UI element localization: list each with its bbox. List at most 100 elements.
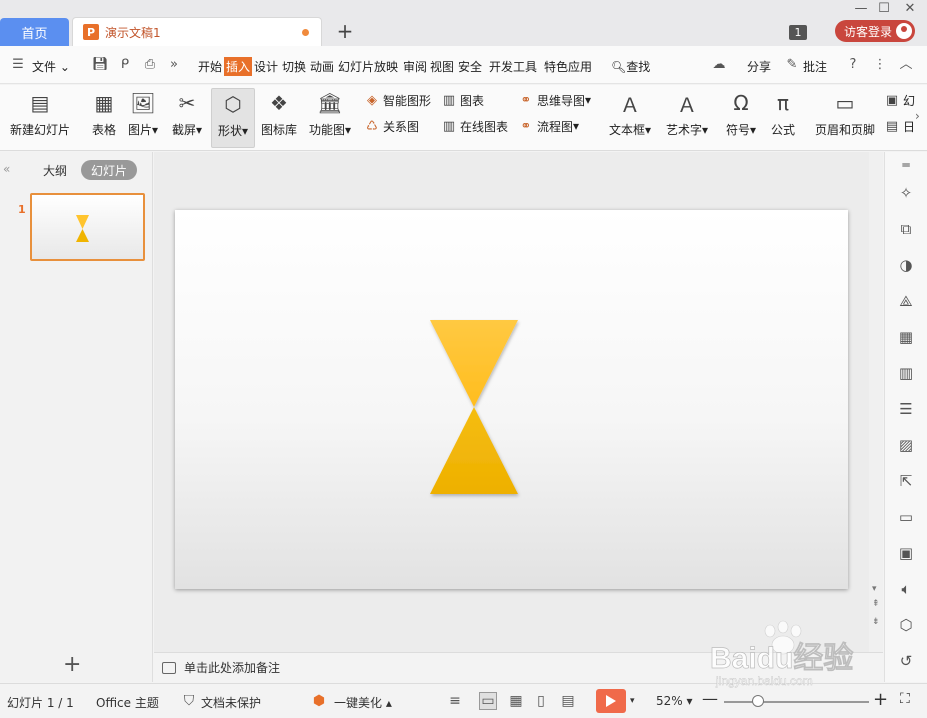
menu-features[interactable]: 特色应用	[544, 58, 592, 75]
text-box-button[interactable]: Ａ 文本框▾	[607, 88, 653, 138]
image-icon[interactable]: ▣	[897, 544, 915, 562]
menu-review[interactable]: 审阅	[403, 58, 427, 75]
login-button[interactable]: 访客登录	[835, 20, 915, 42]
online-chart-button[interactable]: ▥ 在线图表	[441, 117, 508, 135]
menu-security[interactable]: 安全	[458, 58, 482, 75]
maximize-icon[interactable]: ☐	[876, 1, 892, 16]
menu-design[interactable]: 设计	[254, 58, 278, 75]
zoom-slider-thumb[interactable]	[752, 695, 764, 707]
sliders-icon[interactable]: ☰	[897, 400, 915, 418]
ribbon-scroll-right-icon[interactable]: ›	[915, 107, 920, 125]
share-button[interactable]: 分享	[747, 58, 771, 75]
presenter-view-icon[interactable]: ▤	[559, 692, 577, 710]
shapes-icon[interactable]: ◑	[897, 256, 915, 274]
shape-button[interactable]: ⬡ 形状▾	[211, 88, 255, 148]
cloud-sync-icon[interactable]: ☁︎	[707, 57, 731, 73]
bar-chart-icon[interactable]: ▥	[897, 364, 915, 382]
add-slide-button[interactable]: +	[63, 652, 81, 677]
theme-name[interactable]: Office 主题	[96, 694, 159, 711]
hamburger-icon[interactable]: ☰	[10, 57, 26, 73]
zoom-out-icon[interactable]: —	[702, 689, 718, 708]
window-count-badge[interactable]: 1	[789, 25, 807, 40]
mind-map-button[interactable]: ⚭ 思维导图 ▾	[518, 91, 592, 109]
smart-art-button[interactable]: ◈ 智能图形	[364, 91, 431, 109]
unsaved-dot-icon[interactable]	[302, 29, 309, 36]
tab-slides[interactable]: 幻灯片	[81, 160, 137, 180]
menu-view[interactable]: 视图	[430, 58, 454, 75]
flow-chart-button[interactable]: ⚭ 流程图 ▾	[518, 117, 580, 135]
new-tab-button[interactable]: +	[334, 19, 356, 43]
magic-icon[interactable]: ✧	[897, 184, 915, 202]
word-art-button[interactable]: Ａ 艺术字▾	[664, 88, 710, 138]
more-options-icon[interactable]: ⋮	[872, 57, 888, 73]
chart-button[interactable]: ▥ 图表	[441, 91, 484, 109]
slide[interactable]	[175, 210, 848, 589]
menu-file[interactable]: 文件 ⌄	[32, 58, 70, 75]
menu-animation[interactable]: 动画	[310, 58, 334, 75]
tab-document[interactable]: P 演示文稿1	[72, 17, 322, 46]
slide-number-button[interactable]: ▣ 幻	[884, 91, 915, 109]
screenshot-button[interactable]: ✂ 截屏▾	[169, 88, 205, 138]
table-button[interactable]: ▦ 表格	[89, 88, 119, 138]
scroll-down-icon[interactable]: ▾	[872, 584, 877, 594]
function-chart-button[interactable]: 🏛︎ 功能图▾	[307, 88, 353, 138]
collapse-ribbon-icon[interactable]: ︿	[898, 57, 914, 73]
sorter-view-icon[interactable]: ▦	[507, 692, 525, 710]
format-painter-icon[interactable]: ᑭ	[117, 57, 133, 73]
audio-icon[interactable]: 🔈︎	[897, 580, 915, 598]
date-button[interactable]: ▤ 日	[884, 117, 915, 135]
search-button[interactable]: 🔍︎查找	[611, 58, 650, 75]
copy-style-icon[interactable]: ⧉	[897, 220, 915, 238]
comment-button[interactable]: 批注	[803, 58, 827, 75]
vertical-scrollbar[interactable]: ▾ ⇞ ⇟	[869, 152, 883, 652]
panel-handle-icon[interactable]: ═	[897, 156, 915, 174]
more-icon[interactable]: »	[166, 57, 182, 73]
protection-status[interactable]: 文档未保护	[201, 694, 261, 711]
collapse-panel-icon[interactable]: «	[3, 162, 10, 176]
normal-view-icon[interactable]: ▭	[479, 692, 497, 710]
shield-icon[interactable]: ⬡	[897, 616, 915, 634]
next-slide-icon[interactable]: ⇟	[872, 617, 880, 627]
menu-slideshow[interactable]: 幻灯片放映	[338, 58, 398, 75]
menu-transition[interactable]: 切换	[282, 58, 306, 75]
help-icon[interactable]: ?	[845, 57, 861, 73]
align-icon[interactable]: ≡	[446, 692, 464, 710]
play-slideshow-button[interactable]	[596, 689, 626, 713]
grid-icon[interactable]: ▦	[897, 328, 915, 346]
layers-icon[interactable]: ⟁	[897, 292, 915, 310]
slide-thumbnail[interactable]	[30, 193, 145, 261]
picture-gallery-icon[interactable]: ▨	[897, 436, 915, 454]
shape-icon: ⬡	[224, 92, 242, 116]
close-icon[interactable]: ✕	[902, 1, 918, 16]
tab-outline[interactable]: 大纲	[43, 162, 67, 179]
symbol-button[interactable]: Ω 符号▾	[723, 88, 759, 138]
minimize-icon[interactable]: —	[853, 1, 869, 16]
play-options-icon[interactable]: ▾	[630, 696, 635, 706]
zoom-in-icon[interactable]: +	[873, 689, 888, 710]
fit-window-icon[interactable]: ⛶	[900, 691, 910, 707]
menu-start[interactable]: 开始	[198, 58, 222, 75]
login-label: 访客登录	[844, 24, 893, 39]
prev-slide-icon[interactable]: ⇞	[872, 599, 880, 609]
history-icon[interactable]: ↺	[897, 652, 915, 670]
reading-view-icon[interactable]: ▯	[532, 692, 550, 710]
beautify-button[interactable]: 一键美化 ▴	[334, 694, 392, 711]
save-icon[interactable]: 💾︎	[92, 57, 109, 73]
relation-chart-button[interactable]: ♺ 关系图	[364, 117, 419, 135]
tab-home[interactable]: 首页	[0, 18, 69, 46]
header-footer-button[interactable]: ▭ 页眉和页脚	[813, 88, 877, 138]
hourglass-shape[interactable]	[175, 210, 848, 589]
export-icon[interactable]: ⇱	[897, 472, 915, 490]
archive-icon[interactable]: ▭	[897, 508, 915, 526]
menu-insert[interactable]: 插入	[224, 57, 253, 76]
comment-icon[interactable]: ✎	[784, 57, 800, 73]
zoom-level[interactable]: 52% ▾	[656, 694, 693, 708]
icon-library-button[interactable]: ❖ 图标库	[260, 88, 298, 138]
zoom-slider[interactable]	[724, 701, 869, 703]
new-slide-button[interactable]: ▤ 新建幻灯片	[8, 88, 72, 138]
print-icon[interactable]: ⎙	[142, 57, 158, 73]
menu-developer[interactable]: 开发工具	[489, 58, 537, 75]
notes-area[interactable]: 单击此处添加备注	[154, 652, 883, 682]
picture-button[interactable]: 🖼︎ 图片▾	[126, 88, 160, 138]
formula-button[interactable]: π 公式	[768, 88, 798, 138]
